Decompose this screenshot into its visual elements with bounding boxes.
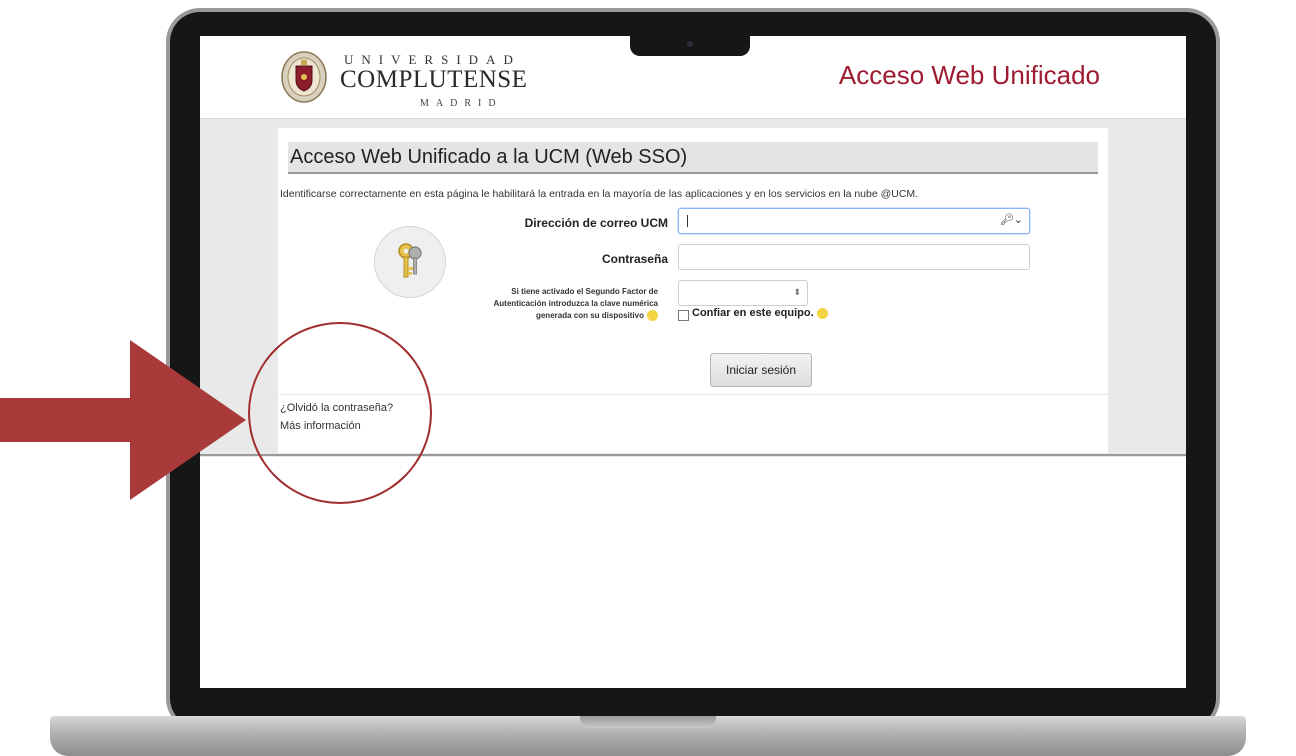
key-illustration: [374, 226, 446, 298]
key-icon: [398, 243, 422, 278]
help-bulb-icon[interactable]: [647, 310, 658, 322]
stepper-icon[interactable]: ⬍: [793, 287, 801, 298]
header-title: Acceso Web Unificado: [838, 60, 1100, 90]
logo-text-madrid: MADRID: [420, 98, 503, 109]
highlight-circle-annotation: [248, 322, 432, 504]
login-button[interactable]: Iniciar sesión: [710, 353, 812, 387]
laptop-base-notch: [580, 716, 716, 728]
screen-bottom-bezel: [200, 688, 1186, 716]
text-cursor: [687, 215, 688, 227]
otp-label: Si tiene activado el Segundo Factor de A…: [493, 287, 658, 322]
help-bulb-icon[interactable]: [816, 307, 828, 319]
university-crest-icon: [281, 51, 327, 103]
otp-field[interactable]: ⬍: [678, 280, 808, 306]
laptop-base: [50, 716, 1246, 756]
logo-text-complutense: COMPLUTENSE: [340, 66, 528, 93]
intro-text: Identificarse correctamente en esta pági…: [280, 188, 919, 200]
trust-device-label[interactable]: Confiar en este equipo.: [692, 307, 828, 319]
password-field[interactable]: [678, 244, 1030, 270]
email-label: Dirección de correo UCM: [524, 216, 668, 230]
trust-device-checkbox[interactable]: [678, 310, 689, 321]
password-manager-key-icon[interactable]: 🔑︎⌄: [1000, 213, 1023, 226]
password-label: Contraseña: [601, 252, 668, 266]
camera-notch: [630, 36, 750, 56]
email-field[interactable]: 🔑︎⌄: [678, 208, 1030, 234]
camera-icon: [687, 41, 693, 47]
panel-title: Acceso Web Unificado a la UCM (Web SSO): [290, 146, 688, 168]
arrow-annotation-icon: [0, 340, 246, 500]
